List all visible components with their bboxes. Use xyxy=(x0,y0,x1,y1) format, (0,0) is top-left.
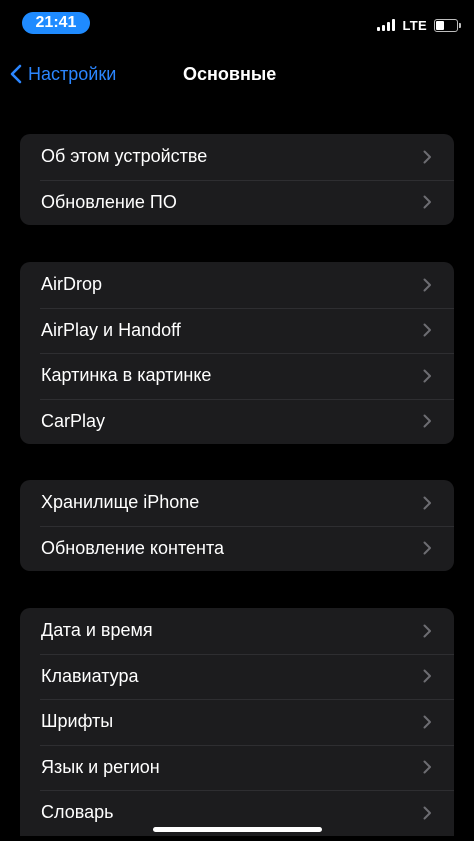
settings-row-keyboard[interactable]: Клавиатура xyxy=(20,653,454,700)
status-bar: 21:41 LTE xyxy=(0,0,474,48)
settings-group-locale: Дата и время Клавиатура Шрифты Язык и ре… xyxy=(20,608,454,836)
chevron-right-icon xyxy=(423,541,431,555)
back-button[interactable]: Настройки xyxy=(10,62,116,86)
row-label: Хранилище iPhone xyxy=(41,492,200,513)
settings-row-airdrop[interactable]: AirDrop xyxy=(20,262,454,308)
settings-row-picture-in-picture[interactable]: Картинка в картинке xyxy=(20,353,454,399)
chevron-right-icon xyxy=(423,806,431,820)
settings-row-software-update[interactable]: Обновление ПО xyxy=(20,179,454,226)
row-label: AirPlay и Handoff xyxy=(41,319,181,340)
status-time[interactable]: 21:41 xyxy=(22,12,90,34)
settings-row-carplay[interactable]: CarPlay xyxy=(20,398,454,445)
cellular-signal-icon xyxy=(376,19,397,31)
row-label: Дата и время xyxy=(41,620,153,641)
settings-row-airplay-handoff[interactable]: AirPlay и Handoff xyxy=(20,307,454,354)
chevron-right-icon xyxy=(423,369,431,383)
row-label: Шрифты xyxy=(41,711,114,732)
row-label: Клавиатура xyxy=(41,665,139,686)
row-label: CarPlay xyxy=(41,410,106,431)
chevron-right-icon xyxy=(423,496,431,510)
home-indicator[interactable] xyxy=(153,827,322,832)
row-label: Обновление ПО xyxy=(41,191,177,212)
chevron-right-icon xyxy=(423,278,431,292)
chevron-right-icon xyxy=(423,624,431,638)
settings-row-about[interactable]: Об этом устройстве xyxy=(20,134,454,180)
battery-icon xyxy=(434,18,461,32)
back-button-label: Настройки xyxy=(28,63,117,84)
chevron-right-icon xyxy=(423,195,431,209)
row-label: Картинка в картинке xyxy=(41,365,212,386)
row-label: AirDrop xyxy=(41,274,103,295)
chevron-right-icon xyxy=(423,150,431,164)
chevron-right-icon xyxy=(423,323,431,337)
settings-row-iphone-storage[interactable]: Хранилище iPhone xyxy=(20,480,454,526)
settings-group-connectivity: AirDrop AirPlay и Handoff Картинка в кар… xyxy=(20,262,454,444)
chevron-right-icon xyxy=(423,414,431,428)
row-label: Об этом устройстве xyxy=(41,146,208,167)
settings-group-storage: Хранилище iPhone Обновление контента xyxy=(20,480,454,571)
settings-row-language-region[interactable]: Язык и регион xyxy=(20,744,454,791)
row-label: Словарь xyxy=(41,802,114,823)
chevron-right-icon xyxy=(423,669,431,683)
chevron-right-icon xyxy=(423,760,431,774)
network-type-label: LTE xyxy=(402,17,427,33)
settings-row-fonts[interactable]: Шрифты xyxy=(20,699,454,745)
chevron-left-icon xyxy=(10,64,22,84)
navigation-bar: Настройки Основные xyxy=(0,52,474,96)
row-label: Язык и регион xyxy=(41,756,160,777)
row-label: Обновление контента xyxy=(41,537,225,558)
settings-group-about: Об этом устройстве Обновление ПО xyxy=(20,134,454,225)
settings-row-date-time[interactable]: Дата и время xyxy=(20,608,454,654)
page-title: Основные xyxy=(183,64,277,84)
chevron-right-icon xyxy=(423,715,431,729)
settings-row-background-refresh[interactable]: Обновление контента xyxy=(20,525,454,572)
status-indicators: LTE xyxy=(376,16,461,34)
